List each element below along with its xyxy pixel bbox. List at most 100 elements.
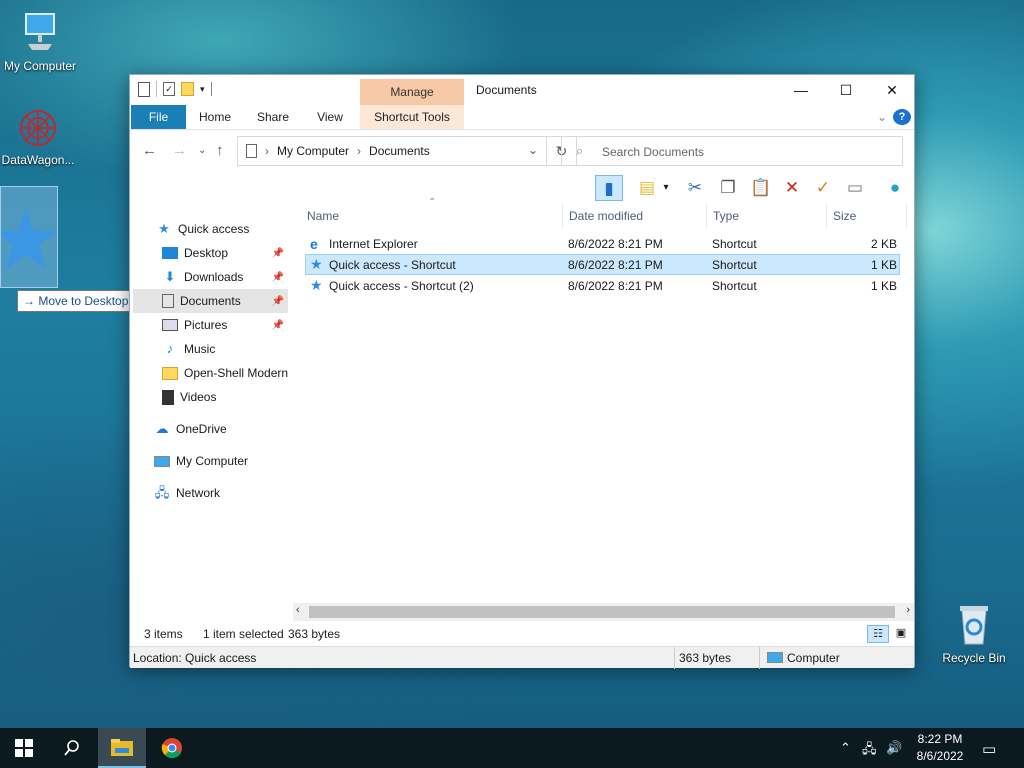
search-input[interactable]: ⌕ Search Documents: [561, 136, 903, 166]
nav-item-my-computer[interactable]: My Computer: [154, 449, 314, 473]
column-header-name[interactable]: Name: [301, 203, 563, 229]
scroll-left-icon[interactable]: ‹: [296, 604, 300, 616]
delete-icon[interactable]: ✕: [778, 175, 806, 201]
search-button[interactable]: [48, 728, 96, 768]
horizontal-scrollbar[interactable]: ‹ ›: [293, 603, 914, 621]
documents-icon: [162, 294, 174, 308]
clock-time: 8:22 PM: [917, 732, 963, 746]
globe-icon[interactable]: ●: [881, 175, 909, 201]
nav-item-quick-access[interactable]: ★ Quick access: [156, 217, 316, 241]
desktop-icon-label: DataWagon...: [1, 153, 75, 167]
file-row[interactable]: e Internet Explorer 8/6/2022 8:21 PM Sho…: [305, 233, 900, 254]
selection-count: 1 item selected: [203, 627, 284, 641]
pin-icon[interactable]: 📌: [272, 272, 284, 283]
detail-bytes: 363 bytes: [679, 651, 732, 665]
checkmark-icon[interactable]: ✓: [163, 82, 175, 96]
properties-icon[interactable]: [138, 81, 150, 97]
qat-dropdown-icon[interactable]: ▾: [200, 84, 205, 95]
tab-shortcut-tools[interactable]: Shortcut Tools: [360, 105, 464, 129]
tab-view[interactable]: View: [306, 105, 354, 129]
ribbon-tabs: File Home Share View Shortcut Tools ⌄ ?: [130, 105, 914, 129]
chevron-up-icon[interactable]: ⌃: [840, 740, 851, 756]
copy-icon[interactable]: ❐: [714, 175, 742, 201]
preview-pane-icon[interactable]: ▮: [595, 175, 623, 201]
navigation-pane: ★ Quick access Desktop 📌 ⬇ Downloads 📌 D…: [130, 203, 292, 623]
rename-check-icon[interactable]: ✓: [809, 175, 837, 201]
manage-context-group[interactable]: Manage: [360, 79, 464, 105]
title-bar: ✓ ▾ Manage Documents — ☐ ✕: [130, 75, 914, 105]
back-button[interactable]: ←: [142, 142, 157, 159]
desktop-icon-my-computer[interactable]: My Computer: [0, 10, 80, 73]
folder-options-icon[interactable]: ▤: [633, 175, 661, 201]
new-folder-icon[interactable]: [181, 82, 194, 96]
pin-icon[interactable]: 📌: [272, 248, 284, 259]
up-button[interactable]: ↑: [216, 142, 224, 159]
datawagon-icon: [20, 110, 56, 146]
large-icons-view-icon[interactable]: ▣: [892, 625, 910, 643]
clock[interactable]: 8:22 PM 8/6/2022: [900, 731, 980, 765]
column-header-type[interactable]: Type: [707, 203, 827, 229]
details-bar: Location: Quick access 363 bytes Compute…: [130, 646, 914, 669]
forward-button[interactable]: →: [172, 142, 187, 159]
chrome-taskbar-button[interactable]: [148, 728, 196, 768]
start-button[interactable]: [0, 728, 48, 768]
close-button[interactable]: ✕: [869, 75, 915, 105]
scroll-right-icon[interactable]: ›: [906, 604, 910, 616]
desktop-icon-recycle-bin[interactable]: Recycle Bin: [934, 602, 1014, 665]
computer-icon: [154, 455, 170, 467]
column-header-size[interactable]: Size: [827, 203, 907, 229]
file-row[interactable]: ★ Quick access - Shortcut (2) 8/6/2022 8…: [305, 275, 900, 296]
internet-explorer-icon: e: [310, 236, 318, 252]
tab-file[interactable]: File: [131, 105, 186, 129]
search-icon: ⌕: [576, 143, 584, 158]
expand-ribbon-icon[interactable]: ⌄: [872, 105, 892, 129]
address-bar[interactable]: › My Computer › Documents ⌄: [237, 136, 547, 166]
file-explorer-icon: [111, 739, 133, 756]
cut-icon[interactable]: ✂: [681, 175, 709, 201]
pin-icon[interactable]: 📌: [272, 296, 284, 307]
address-dropdown-icon[interactable]: ⌄: [528, 143, 538, 157]
file-row[interactable]: ★ Quick access - Shortcut 8/6/2022 8:21 …: [305, 254, 900, 275]
nav-item-desktop[interactable]: Desktop 📌: [162, 241, 288, 265]
desktop-icon-datawagon[interactable]: DataWagon...: [0, 108, 78, 167]
explorer-window: ✓ ▾ Manage Documents — ☐ ✕ File Home Sha…: [129, 74, 915, 669]
scrollbar-thumb[interactable]: [309, 606, 895, 618]
column-header-date-modified[interactable]: Date modified: [563, 203, 707, 229]
computer-icon: [767, 652, 783, 663]
nav-item-network[interactable]: 🖧 Network: [154, 481, 314, 505]
star-icon: [0, 207, 57, 269]
quick-access-toolbar: ✓ ▾: [138, 81, 212, 97]
breadcrumb-documents[interactable]: Documents: [369, 144, 430, 158]
nav-item-downloads[interactable]: ⬇ Downloads 📌: [162, 265, 288, 289]
recent-dropdown-icon[interactable]: ⌄: [198, 145, 206, 156]
nav-item-onedrive[interactable]: ☁ OneDrive: [154, 417, 314, 441]
chevron-right-icon: ›: [357, 144, 362, 158]
nav-item-open-shell[interactable]: Open-Shell Modern: [162, 361, 290, 385]
pictures-icon: [162, 319, 178, 331]
folder-dropdown-icon[interactable]: ▾: [658, 175, 674, 201]
desktop-icon-label: Recycle Bin: [942, 651, 1006, 665]
network-icon: 🖧: [154, 485, 170, 500]
videos-icon: [162, 389, 174, 405]
minimize-button[interactable]: —: [778, 75, 824, 105]
help-icon[interactable]: ?: [893, 109, 911, 125]
tab-share[interactable]: Share: [248, 105, 298, 129]
notification-icon[interactable]: ▭: [982, 740, 996, 758]
separator: [759, 647, 760, 669]
location-text: Location: Quick access: [133, 651, 257, 665]
paste-icon[interactable]: 📋: [747, 175, 775, 201]
nav-item-documents[interactable]: Documents 📌: [133, 289, 288, 313]
breadcrumb-my-computer[interactable]: My Computer: [277, 144, 349, 158]
nav-item-pictures[interactable]: Pictures 📌: [162, 313, 288, 337]
drag-tooltip: → Move to Desktop: [17, 290, 135, 312]
details-view-icon[interactable]: ☷: [867, 625, 889, 643]
pin-icon[interactable]: 📌: [272, 320, 284, 331]
file-explorer-taskbar-button[interactable]: [98, 728, 146, 768]
network-icon[interactable]: 🖧: [862, 740, 877, 762]
maximize-button[interactable]: ☐: [823, 75, 869, 105]
properties-card-icon[interactable]: ▭: [841, 175, 869, 201]
desktop-icon-label: My Computer: [3, 59, 77, 73]
star-icon: ★: [158, 221, 170, 236]
clock-date: 8/6/2022: [916, 749, 964, 763]
tab-home[interactable]: Home: [190, 105, 240, 129]
